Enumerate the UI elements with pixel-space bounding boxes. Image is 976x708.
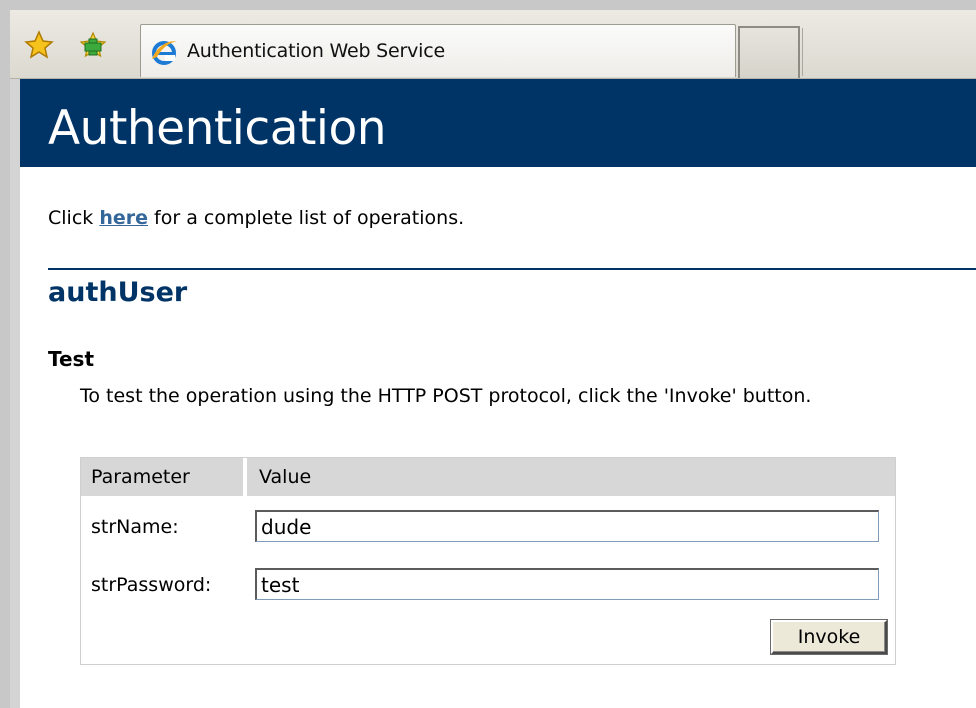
invoke-form: Parameter Value strName: strPassword: In… bbox=[80, 457, 896, 665]
operation-title: authUser bbox=[48, 277, 188, 308]
intro-suffix: for a complete list of operations. bbox=[148, 207, 465, 229]
invoke-button[interactable]: Invoke bbox=[771, 620, 887, 654]
ie-page-icon bbox=[152, 41, 177, 65]
page-left-border bbox=[10, 79, 20, 708]
column-header-value: Value bbox=[247, 458, 895, 496]
header-banner: Authentication bbox=[20, 79, 976, 167]
strpassword-label: strPassword: bbox=[91, 574, 212, 596]
add-favorite-icon[interactable] bbox=[78, 30, 108, 60]
column-header-parameter: Parameter bbox=[81, 458, 243, 496]
section-divider bbox=[48, 268, 976, 270]
browser-tab-active[interactable]: Authentication Web Service bbox=[140, 24, 736, 77]
strpassword-input[interactable] bbox=[255, 568, 879, 600]
page-title: Authentication bbox=[48, 101, 387, 156]
tab-title: Authentication Web Service bbox=[187, 40, 445, 62]
intro-prefix: Click bbox=[48, 207, 100, 229]
favorites-star-icon[interactable] bbox=[24, 30, 54, 60]
test-description: To test the operation using the HTTP POS… bbox=[80, 385, 812, 407]
intro-text: Click here for a complete list of operat… bbox=[48, 207, 464, 229]
browser-tab-bar: Authentication Web Service bbox=[10, 10, 976, 79]
test-heading: Test bbox=[48, 347, 95, 371]
page-content: Authentication Click here for a complete… bbox=[10, 79, 976, 708]
strname-label: strName: bbox=[91, 516, 179, 538]
tab-bar-empty-area bbox=[802, 28, 976, 76]
new-tab-button[interactable] bbox=[738, 26, 800, 78]
operations-list-link[interactable]: here bbox=[99, 207, 148, 229]
browser-window: Authentication Web Service Authenticatio… bbox=[10, 10, 976, 708]
value-header-label: Value bbox=[259, 466, 312, 488]
strname-input[interactable] bbox=[255, 510, 879, 542]
parameter-header-label: Parameter bbox=[91, 466, 190, 488]
